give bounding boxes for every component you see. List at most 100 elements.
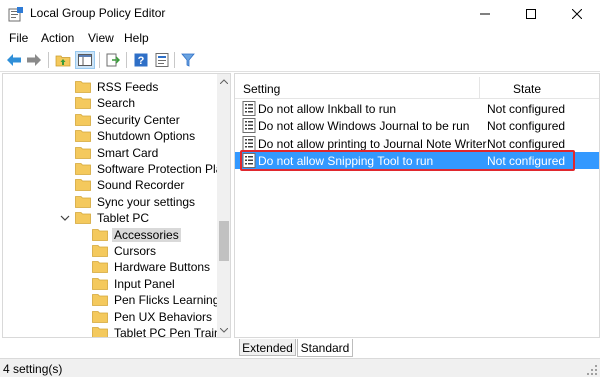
tree-item[interactable]: Security Center	[75, 112, 213, 128]
folder-icon	[75, 97, 91, 110]
chevron-down-icon	[220, 327, 228, 333]
help-button[interactable]: ?	[131, 51, 151, 69]
folder-icon	[92, 277, 108, 290]
folder-icon	[92, 261, 108, 274]
tree-item[interactable]: Search	[75, 95, 213, 111]
folder-icon	[75, 195, 91, 208]
tree-item[interactable]: Pen UX Behaviors	[92, 309, 213, 325]
tree-item-label: Software Protection Platfo	[97, 162, 231, 176]
policy-setting-name: Do not allow printing to Journal Note Wr…	[258, 136, 487, 151]
svg-text:?: ?	[138, 55, 145, 67]
tree-item-label: Hardware Buttons	[114, 260, 211, 275]
tree-item-label: Tablet PC	[97, 211, 150, 226]
tree-item[interactable]: Tablet PC Pen Training	[92, 325, 230, 337]
close-icon	[572, 9, 582, 19]
tree-item-label: Tablet PC Pen Training	[114, 326, 231, 338]
policy-setting-icon	[242, 135, 256, 151]
folder-icon	[92, 294, 108, 307]
title-bar: Local Group Policy Editor	[0, 0, 600, 28]
scroll-up-button[interactable]	[217, 74, 230, 88]
maximize-button[interactable]	[508, 0, 554, 28]
menu-help[interactable]: Help	[124, 31, 149, 45]
properties-icon	[155, 53, 169, 67]
folder-icon	[92, 327, 108, 337]
help-icon: ?	[134, 53, 148, 67]
tree-item-label: Shutdown Options	[97, 129, 196, 144]
filter-button[interactable]	[178, 51, 198, 69]
folder-icon	[75, 81, 91, 93]
export-list-button[interactable]	[103, 51, 123, 69]
status-bar: 4 setting(s)	[0, 358, 600, 377]
forward-button[interactable]	[24, 51, 44, 69]
tree-item[interactable]: Sound Recorder	[75, 177, 213, 193]
policy-row[interactable]: Do not allow Windows Journal to be run No…	[235, 117, 599, 134]
minimize-icon	[480, 13, 490, 15]
tree-item-label: Pen UX Behaviors	[114, 309, 213, 324]
scroll-down-button[interactable]	[217, 323, 230, 337]
menu-view[interactable]: View	[88, 31, 114, 45]
back-button[interactable]	[4, 51, 24, 69]
close-button[interactable]	[554, 0, 600, 28]
highlight-annotation	[240, 150, 575, 171]
tree-item[interactable]: Tablet PC	[60, 210, 213, 226]
tree-item-label: Search	[97, 96, 136, 111]
policy-state: Not configured	[487, 119, 566, 134]
chevron-up-icon	[220, 78, 228, 84]
tree-item[interactable]: Hardware Buttons	[92, 259, 213, 275]
maximize-icon	[526, 9, 536, 19]
tree-item[interactable]: Accessories	[92, 227, 213, 243]
show-hide-tree-icon	[78, 54, 92, 66]
policy-state: Not configured	[487, 136, 566, 151]
policy-setting-name: Do not allow Inkball to run	[258, 102, 397, 116]
menu-action[interactable]: Action	[41, 31, 74, 45]
tree-item-label: Accessories	[112, 227, 181, 242]
tree-item[interactable]: Input Panel	[92, 276, 213, 292]
tree-scrollbar[interactable]	[217, 74, 230, 337]
folder-icon	[92, 228, 108, 241]
resize-grip-icon[interactable]	[586, 364, 598, 376]
status-text: 4 setting(s)	[3, 362, 63, 376]
tree-item[interactable]: Shutdown Options	[75, 128, 213, 144]
folder-icon	[92, 245, 108, 257]
tree-item[interactable]: RSS Feeds	[75, 79, 213, 95]
scroll-thumb[interactable]	[219, 221, 229, 261]
tree-item[interactable]: Pen Flicks Learning	[92, 292, 219, 308]
folder-icon	[75, 130, 91, 143]
policy-setting-icon	[242, 118, 256, 134]
folder-icon	[75, 163, 91, 175]
up-folder-icon	[55, 55, 71, 67]
tree-item[interactable]: Software Protection Platfo	[75, 161, 230, 177]
filter-icon	[181, 53, 195, 67]
folder-icon	[75, 179, 91, 192]
tree-item-label: Smart Card	[97, 145, 159, 160]
properties-button[interactable]	[152, 51, 172, 69]
tree-item[interactable]: Sync your settings	[75, 194, 213, 210]
minimize-button[interactable]	[462, 0, 508, 28]
tree-item-label: Pen Flicks Learning	[114, 293, 220, 308]
tree-item-label: Cursors	[114, 244, 157, 258]
tree-item[interactable]: Smart Card	[75, 145, 213, 161]
policy-setting-icon	[242, 101, 256, 116]
tab-standard[interactable]: Standard	[297, 339, 353, 357]
tree-item[interactable]: Cursors	[92, 243, 213, 259]
group-policy-app-icon	[8, 7, 23, 22]
tree-item-label: Security Center	[97, 112, 180, 127]
policy-setting-name: Do not allow Windows Journal to be run	[258, 119, 470, 134]
policy-row[interactable]: Do not allow Inkball to run Not configure…	[235, 100, 599, 117]
show-hide-tree-button[interactable]	[75, 51, 95, 69]
menu-file[interactable]: File	[9, 31, 28, 45]
window-title: Local Group Policy Editor	[30, 6, 166, 20]
chevron-expanded-icon[interactable]	[59, 212, 71, 224]
column-header-state[interactable]: State	[513, 74, 541, 100]
toolbar: ?	[0, 49, 600, 71]
settings-list-pane: Setting State Do not allow Inkball to ru…	[234, 73, 600, 338]
menu-bar: File Action View Help	[0, 28, 600, 48]
forward-arrow-icon	[27, 54, 41, 66]
column-header-setting[interactable]: Setting	[243, 74, 280, 100]
tree-pane: RSS Feeds Search Security Center Shutdown O…	[2, 73, 231, 338]
folder-icon	[75, 146, 91, 159]
folder-icon	[75, 113, 91, 126]
tab-extended[interactable]: Extended	[239, 339, 296, 356]
tree-item-label: Input Panel	[114, 276, 175, 291]
up-level-button[interactable]	[53, 51, 73, 69]
